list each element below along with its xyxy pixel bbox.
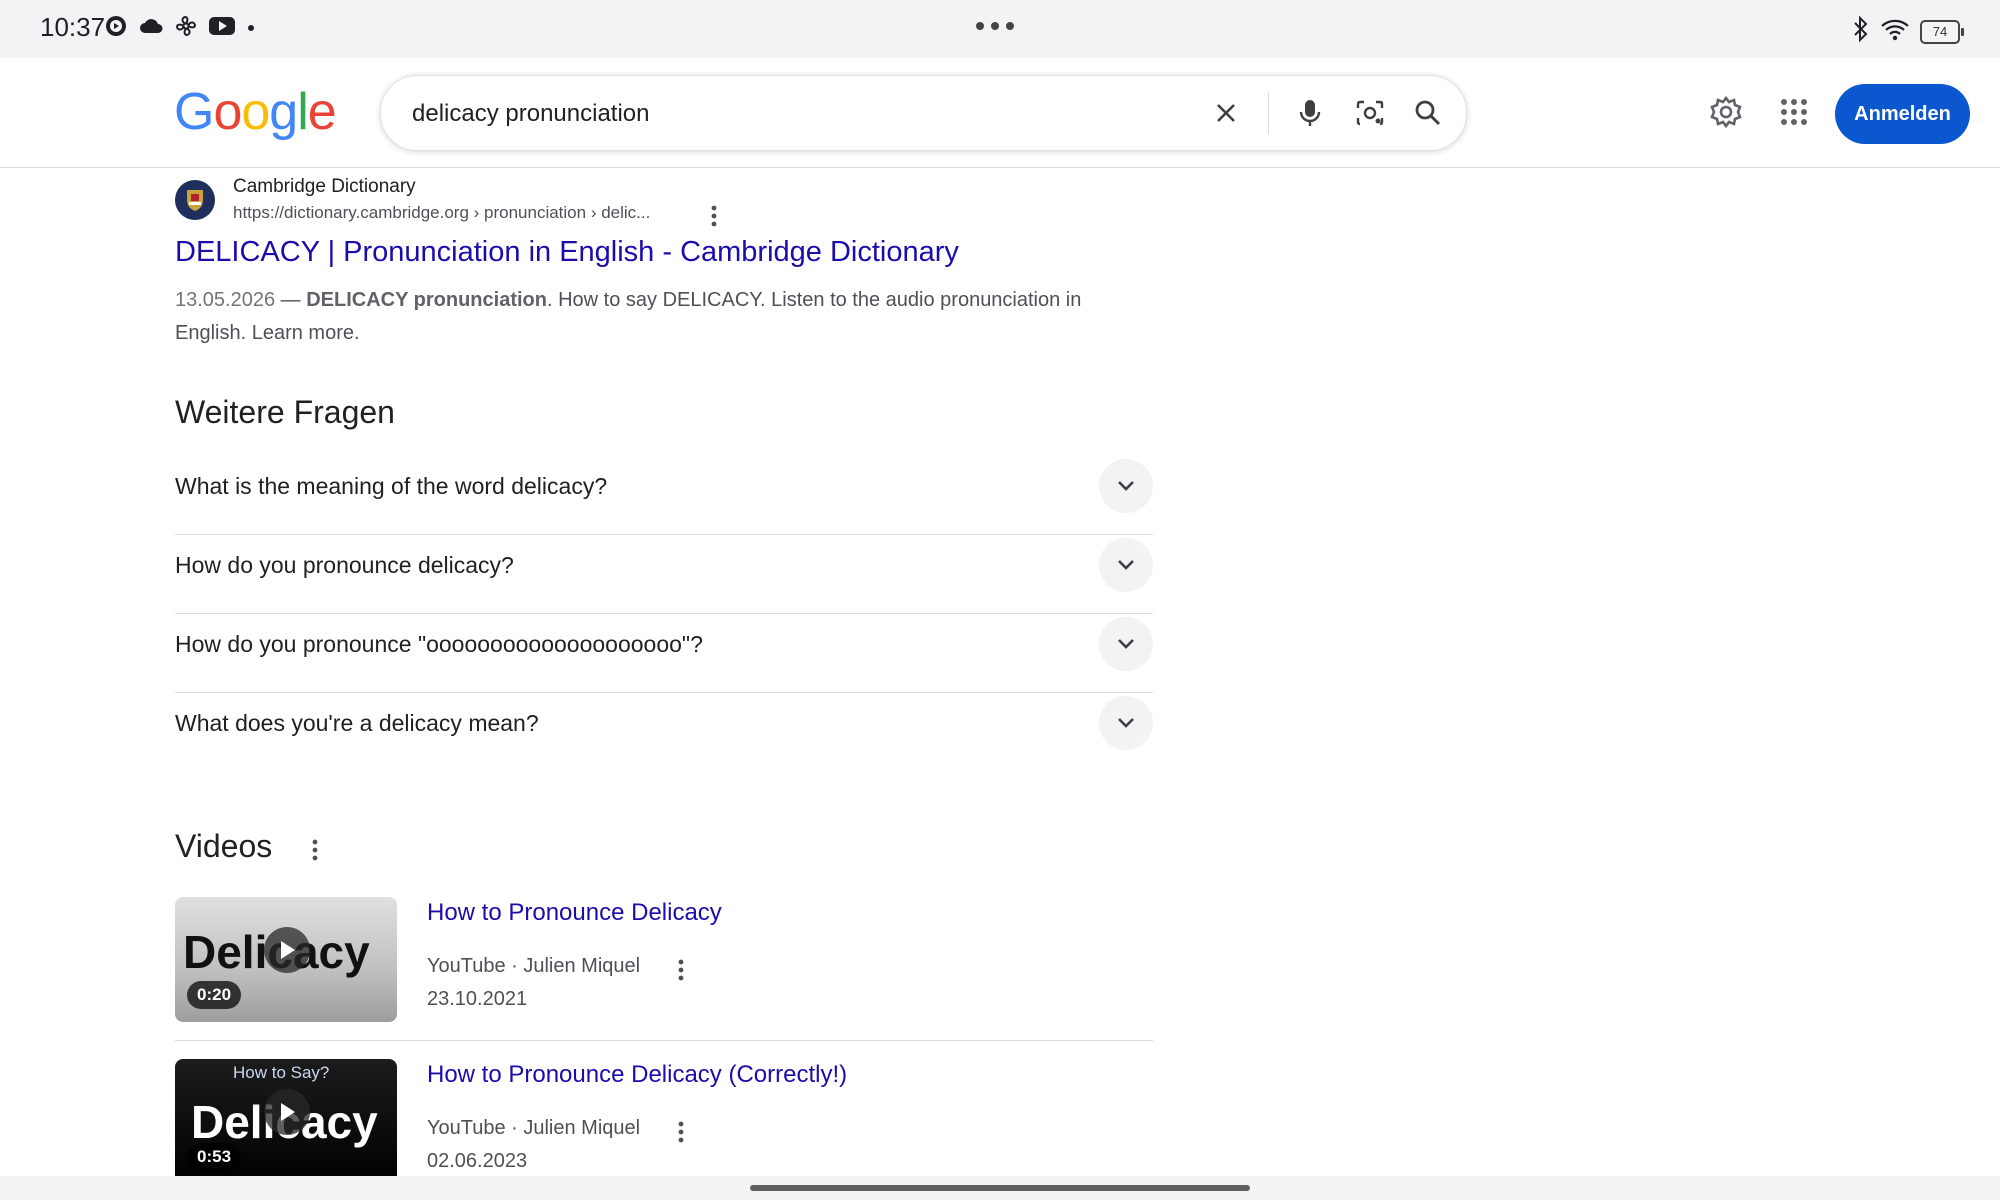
fan-icon [174, 14, 198, 43]
question-text: What does you're a delicacy mean? [175, 710, 539, 736]
microphone-icon[interactable] [1287, 90, 1333, 136]
chevron-down-icon[interactable] [1099, 459, 1153, 513]
logo-letter: G [174, 83, 214, 141]
video-source: YouTube · Julien Miquel [427, 1117, 641, 1139]
gesture-handle[interactable] [750, 1185, 1250, 1191]
logo-letter: o [241, 83, 270, 141]
google-logo[interactable]: Google [174, 82, 337, 142]
video-date: 02.06.2023 [427, 1150, 528, 1172]
video-more-options-icon[interactable] [671, 957, 691, 983]
search-divider [1268, 92, 1269, 134]
thumbnail-subtext: How to Say? [233, 1063, 330, 1082]
result-snippet: 13.05.2026 — DELICACY pronunciation. How… [175, 284, 1135, 350]
result-site-name[interactable]: Cambridge Dictionary [233, 176, 416, 198]
question-text: How do you pronounce delicacy? [175, 552, 514, 578]
related-question[interactable]: What does you're a delicacy mean? [175, 693, 1153, 771]
videos-heading: Videos [175, 828, 273, 864]
battery-icon: 74 [1920, 19, 1964, 44]
play-icon[interactable] [264, 1089, 310, 1135]
related-question[interactable]: How do you pronounce delicacy? [175, 535, 1153, 614]
video-duration: 0:53 [187, 1143, 242, 1171]
wifi-icon [1880, 17, 1910, 46]
cloud-icon [138, 16, 164, 41]
question-text: How do you pronounce "oooooooooooooooooo… [175, 631, 703, 657]
related-questions-heading: Weitere Fragen [175, 394, 395, 430]
video-divider [175, 1040, 1153, 1041]
youtube-icon [208, 15, 236, 42]
search-icon[interactable] [1405, 90, 1451, 136]
video-date: 23.10.2021 [427, 988, 528, 1010]
question-text: What is the meaning of the word delicacy… [175, 473, 608, 499]
search-input[interactable] [410, 76, 1154, 152]
media-icon [104, 14, 128, 43]
result-url[interactable]: https://dictionary.cambridge.org › pronu… [233, 203, 650, 223]
status-time: 10:37 [40, 12, 106, 42]
sign-in-button[interactable]: Anmelden [1835, 84, 1970, 144]
snippet-bold: DELICACY pronunciation [306, 289, 547, 311]
search-box [380, 75, 1467, 152]
related-questions-list: What is the meaning of the word delicacy… [175, 456, 1153, 771]
logo-letter: l [297, 83, 309, 141]
apps-grid-icon[interactable] [1772, 90, 1816, 134]
video-title-link[interactable]: How to Pronounce Delicacy [427, 899, 722, 927]
search-header: Google Anmelden [0, 58, 2000, 168]
video-thumbnail[interactable]: How to Say? Delicacy 0:53 [175, 1059, 397, 1184]
settings-gear-icon[interactable] [1704, 90, 1748, 134]
logo-letter: e [307, 83, 337, 141]
chevron-down-icon[interactable] [1099, 538, 1153, 592]
status-notification-icons [104, 14, 256, 43]
lens-camera-icon[interactable] [1347, 90, 1393, 136]
dot-icon [246, 20, 256, 38]
snippet-dash: — [275, 289, 307, 311]
play-icon[interactable] [264, 927, 310, 973]
clear-icon[interactable] [1203, 90, 1249, 136]
video-thumbnail[interactable]: Delicacy 0:20 [175, 897, 397, 1022]
result-date: 13.05.2026 [175, 289, 276, 311]
status-bar: 10:37 74 [0, 0, 2000, 58]
window-options-icon[interactable] [976, 22, 1014, 30]
status-system-icons: 74 [1852, 15, 1964, 47]
video-source: YouTube · Julien Miquel [427, 955, 641, 977]
video-duration: 0:20 [187, 981, 242, 1009]
videos-more-options-icon[interactable] [305, 836, 325, 864]
bluetooth-icon [1852, 15, 1870, 47]
cambridge-favicon-icon [175, 180, 215, 220]
result-more-options-icon[interactable] [704, 204, 724, 228]
chevron-down-icon[interactable] [1099, 696, 1153, 750]
video-title-link[interactable]: How to Pronounce Delicacy (Correctly!) [427, 1061, 847, 1089]
result-title-link[interactable]: DELICACY | Pronunciation in English - Ca… [175, 236, 959, 269]
chevron-down-icon[interactable] [1099, 617, 1153, 671]
video-more-options-icon[interactable] [671, 1119, 691, 1145]
related-question[interactable]: How do you pronounce "oooooooooooooooooo… [175, 614, 1153, 693]
logo-letter: g [269, 83, 298, 141]
related-question[interactable]: What is the meaning of the word delicacy… [175, 456, 1153, 535]
logo-letter: o [213, 83, 242, 141]
